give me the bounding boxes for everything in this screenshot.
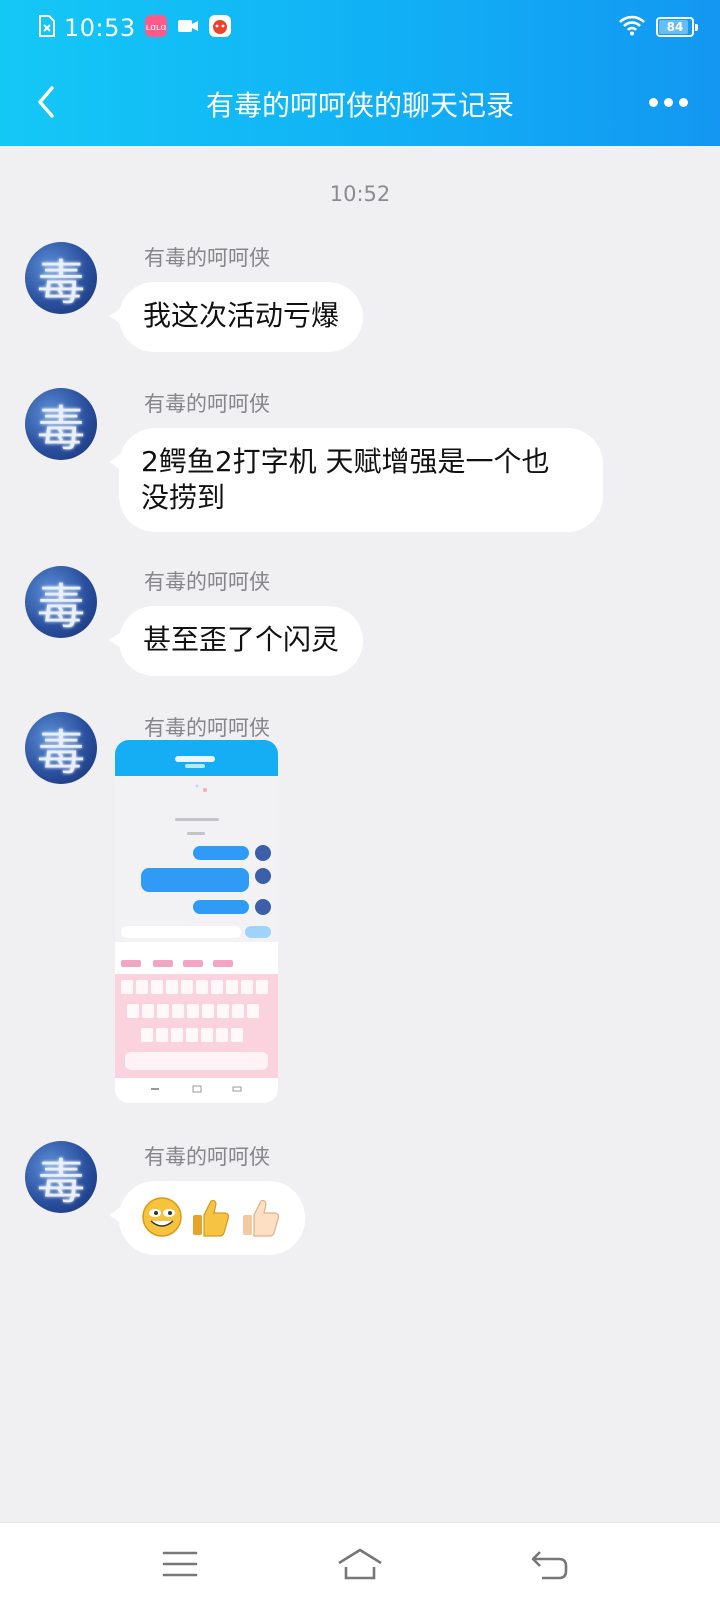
avatar[interactable]: 毒	[25, 242, 97, 314]
avatar[interactable]: 毒	[25, 1141, 97, 1213]
home-button[interactable]	[330, 1541, 390, 1587]
sender-name: 有毒的呵呵侠	[144, 246, 270, 270]
video-icon	[176, 14, 200, 42]
more-dots-icon	[648, 97, 658, 107]
more-dot	[663, 97, 673, 107]
wifi-icon	[618, 14, 646, 40]
more-button[interactable]	[642, 80, 694, 124]
message-bubble[interactable]: 我这次活动亏爆	[108, 282, 364, 352]
screenshot-thumbnail	[115, 740, 278, 1103]
sender-name: 有毒的呵呵侠	[144, 1145, 270, 1169]
message-text: 我这次活动亏爆	[143, 299, 340, 332]
chat-timestamp: 10:52	[329, 182, 391, 206]
back-nav-button[interactable]	[520, 1541, 580, 1587]
status-bar: 10:53 ʟɑʟɑ 84	[0, 0, 720, 56]
sender-name: 有毒的呵呵侠	[144, 570, 270, 594]
menu-icon	[162, 1551, 198, 1577]
sender-name: 有毒的呵呵侠	[144, 392, 270, 416]
message-bubble[interactable]: 2鳄鱼2打字机 天赋增强是一个也 没捞到	[109, 428, 603, 532]
more-dot	[678, 97, 688, 107]
image-message[interactable]	[115, 740, 278, 1103]
menu-button[interactable]	[150, 1541, 210, 1587]
system-nav-bar	[0, 1522, 720, 1605]
home-icon	[338, 1548, 382, 1580]
message-bubble[interactable]: 甚至歪了个闪灵	[108, 606, 364, 676]
page-title: 有毒的呵呵侠的聊天记录	[205, 89, 514, 122]
svg-text:ʟɑʟɑ: ʟɑʟɑ	[145, 23, 166, 33]
app-notification-icon: ʟɑʟɑ	[144, 14, 168, 42]
avatar[interactable]: 毒	[25, 566, 97, 638]
avatar-glyph: 毒	[36, 725, 85, 781]
message-bubble[interactable]	[109, 1181, 305, 1255]
message-text: 甚至歪了个闪灵	[143, 623, 340, 656]
sim-off-icon	[38, 14, 56, 42]
grin-face-emoji	[142, 1197, 182, 1237]
app-header: 10:53 ʟɑʟɑ 84 有毒的呵呵侠的聊天记录	[0, 0, 720, 146]
avatar-glyph: 毒	[36, 1154, 85, 1210]
sender-name: 有毒的呵呵侠	[144, 716, 270, 740]
avatar-glyph: 毒	[36, 401, 85, 457]
avatar-glyph: 毒	[36, 579, 85, 635]
battery-level: 84	[666, 20, 684, 34]
game-icon	[208, 14, 232, 42]
battery-icon: 84	[656, 17, 698, 37]
avatar-glyph: 毒	[36, 255, 85, 311]
message-text-line: 没捞到	[141, 481, 226, 514]
avatar[interactable]: 毒	[25, 712, 97, 784]
title-bar: 有毒的呵呵侠的聊天记录	[0, 66, 720, 138]
thumbs-up-emoji	[193, 1199, 230, 1237]
avatar[interactable]: 毒	[25, 388, 97, 460]
status-time: 10:53	[64, 14, 136, 42]
thumbs-up-light-emoji	[243, 1199, 280, 1237]
message-text-line: 2鳄鱼2打字机 天赋增强是一个也	[141, 445, 550, 478]
back-icon	[531, 1551, 568, 1580]
